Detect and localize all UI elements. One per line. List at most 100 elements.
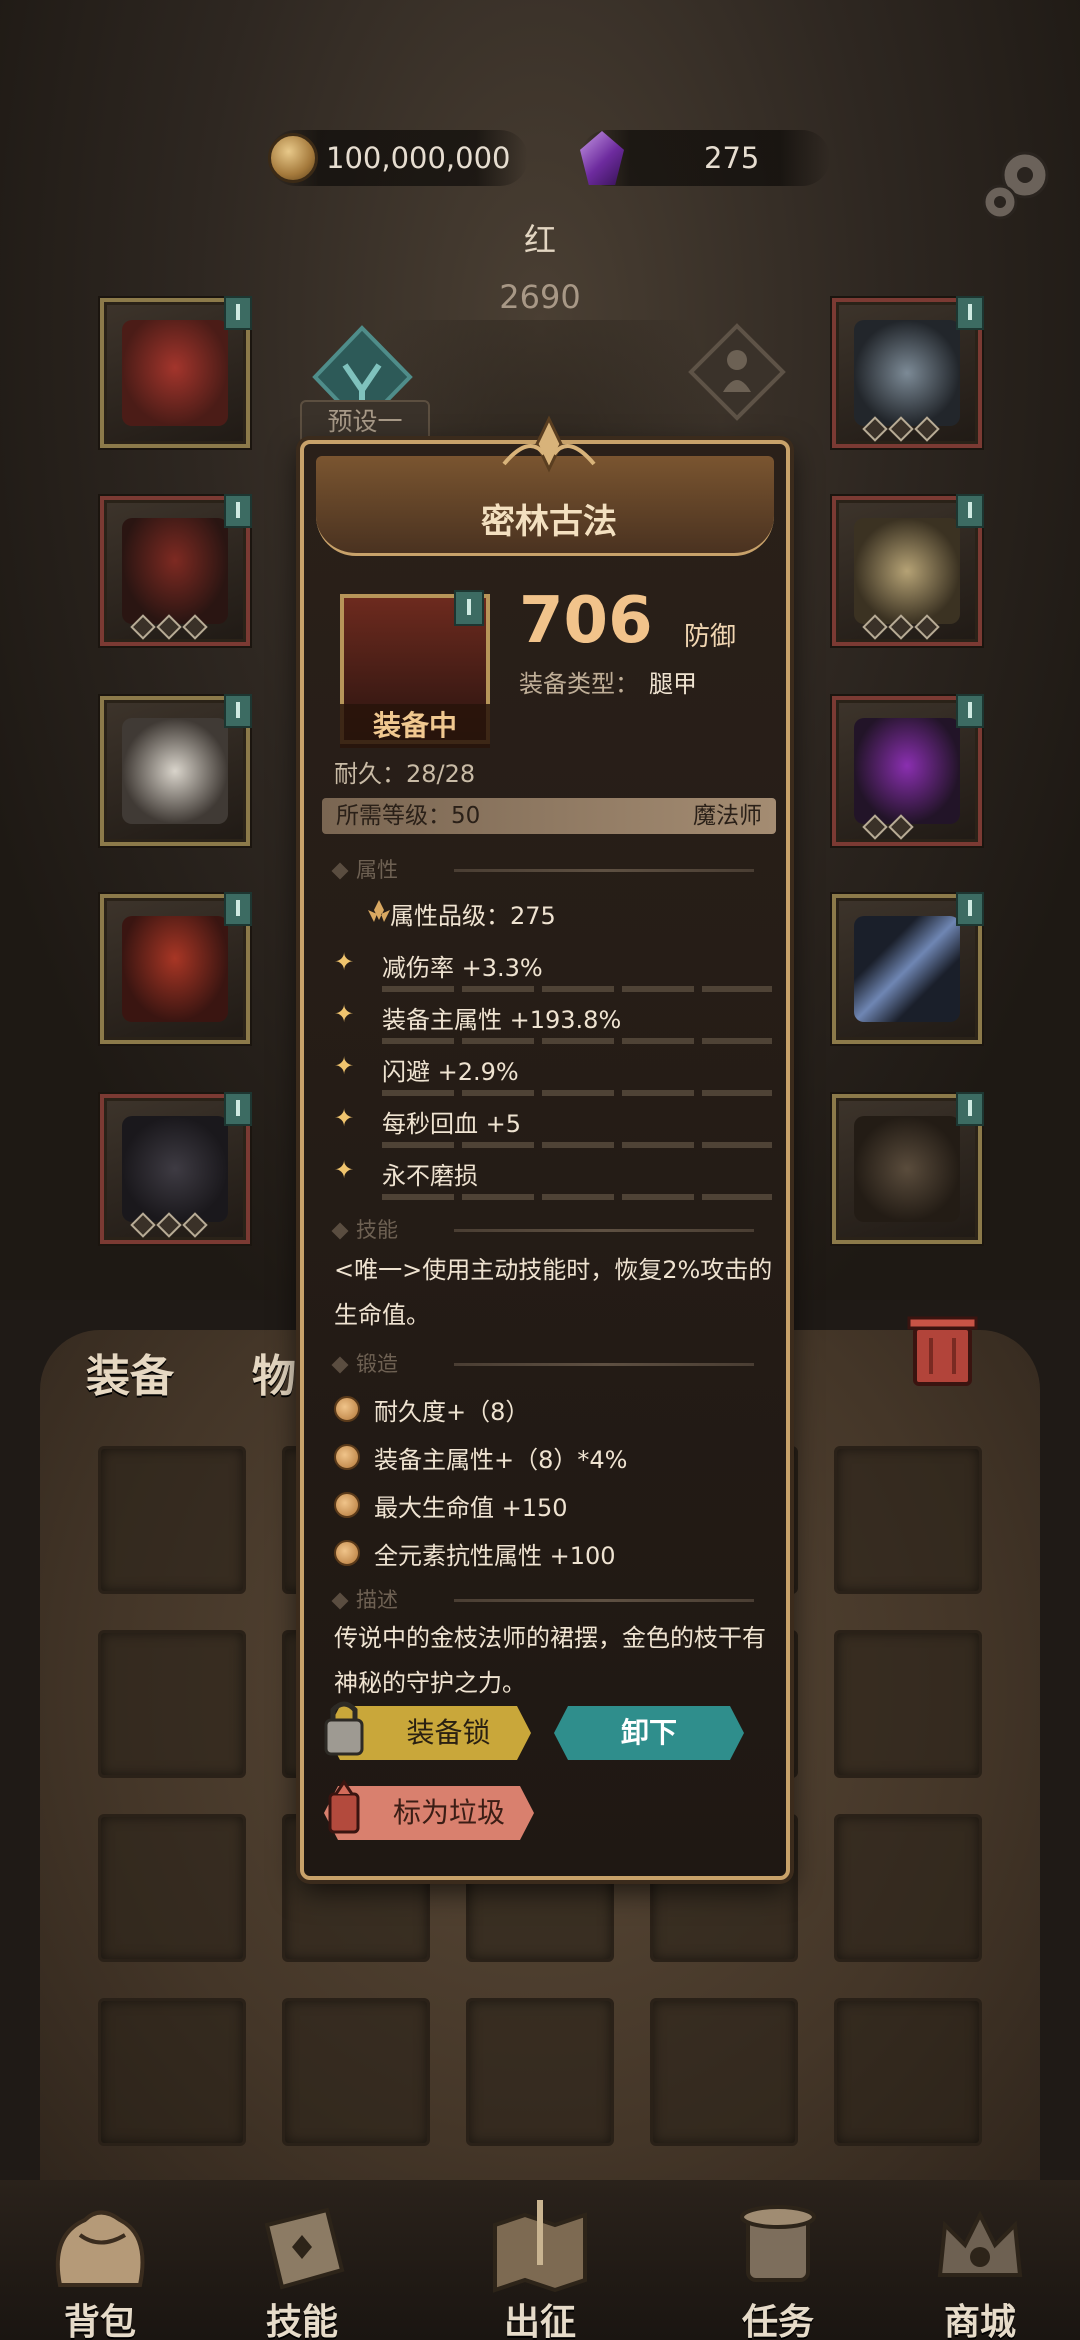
forge-heading: 锻造 xyxy=(334,1348,398,1378)
description-heading: 描述 xyxy=(334,1584,398,1614)
quest-scroll-icon xyxy=(740,2205,816,2282)
item-type-value: 腿甲 xyxy=(649,670,697,698)
bag-slot[interactable] xyxy=(834,1446,982,1594)
equip-slot-weapon[interactable] xyxy=(832,892,984,1044)
required-level: 所需等级：50 xyxy=(336,803,481,829)
nav-label: 背包 xyxy=(63,2302,136,2340)
bag-slot[interactable] xyxy=(834,1998,982,2146)
attribute-text: 永不磨损 xyxy=(382,1162,478,1190)
gauntlet-item-image xyxy=(122,718,228,824)
requirement-bar: 所需等级：50 魔法师 xyxy=(322,798,776,834)
equip-slot-necklace[interactable] xyxy=(832,296,984,448)
slot-flag-icon xyxy=(956,494,984,528)
gold-coin-icon xyxy=(268,133,318,183)
socket-row xyxy=(130,1212,208,1238)
bag-slot[interactable] xyxy=(98,1998,246,2146)
unequip-button[interactable]: 卸下 xyxy=(554,1706,744,1760)
bag-slot[interactable] xyxy=(466,1998,614,2146)
tab-equipment[interactable]: 装备 xyxy=(86,1340,174,1404)
gem-counter: 275 xyxy=(580,130,830,186)
staff-item-image xyxy=(854,916,960,1022)
slot-flag-icon xyxy=(956,296,984,330)
star-icon: ✦ xyxy=(334,1104,355,1132)
bag-slot[interactable] xyxy=(98,1630,246,1778)
bag-slot[interactable] xyxy=(834,1814,982,1962)
attribute-row: ✦ 减伤率 +3.3% xyxy=(334,948,774,998)
divider xyxy=(454,1599,754,1602)
bag-slot[interactable] xyxy=(98,1814,246,1962)
star-icon: ✦ xyxy=(334,1156,355,1184)
nav-shop[interactable]: 商城 xyxy=(900,2195,1060,2340)
attribute-row: ✦ 每秒回血 +5 xyxy=(334,1104,774,1154)
gold-amount: 100,000,000 xyxy=(326,141,511,175)
divider xyxy=(454,1229,754,1232)
attribute-text: 闪避 +2.9% xyxy=(382,1058,519,1086)
nav-backpack[interactable]: 背包 xyxy=(20,2195,180,2340)
forge-text: 最大生命值 +150 xyxy=(374,1494,568,1522)
forge-dot-icon xyxy=(334,1396,360,1422)
item-detail-popup: 密林古法 装备中 706 防御 装备类型： 腿甲 耐久：28/28 所需等级：5… xyxy=(300,415,790,1880)
nav-label: 任务 xyxy=(741,2302,814,2340)
trash-icon[interactable] xyxy=(895,1300,990,1395)
attribute-text: 装备主属性 +193.8% xyxy=(382,1006,622,1034)
socket-row xyxy=(862,814,914,840)
equip-slot-legs[interactable] xyxy=(100,892,252,1044)
star-icon: ✦ xyxy=(334,1000,355,1028)
bag-slot[interactable] xyxy=(98,1446,246,1594)
bag-slot[interactable] xyxy=(650,1998,798,2146)
equipped-status: 装备中 xyxy=(340,704,490,748)
attribute-text: 每秒回血 +5 xyxy=(382,1110,522,1138)
slot-flag-icon xyxy=(956,694,984,728)
skirt-item-image xyxy=(122,916,228,1022)
nav-label: 技能 xyxy=(265,2302,338,2340)
forge-dot-icon xyxy=(334,1492,360,1518)
bag-slot[interactable] xyxy=(282,1998,430,2146)
character-icon[interactable] xyxy=(685,320,790,425)
forge-row: 全元素抗性属性 +100 xyxy=(334,1536,774,1576)
defense-value: 706 xyxy=(519,584,653,658)
attribute-bar xyxy=(382,986,772,992)
slot-flag-icon xyxy=(224,296,252,330)
backpack-icon xyxy=(55,2210,145,2287)
durability: 耐久：28/28 xyxy=(334,760,476,788)
star-icon: ✦ xyxy=(334,1052,355,1080)
expedition-map-icon xyxy=(493,2200,587,2293)
bag-slot[interactable] xyxy=(834,1630,982,1778)
equip-slot-armor[interactable] xyxy=(100,494,252,646)
nav-skills[interactable]: 技能 xyxy=(222,2195,382,2340)
item-type-label: 装备类型： xyxy=(519,670,639,698)
nav-expedition[interactable]: 出征 xyxy=(460,2195,620,2340)
star-icon: ✦ xyxy=(334,948,355,976)
slot-flag-icon xyxy=(956,892,984,926)
skill-heading: 技能 xyxy=(334,1214,398,1244)
item-name: 密林古法 xyxy=(481,502,617,542)
attribute-grade-row: 属性品级：275 xyxy=(334,896,774,946)
equip-slot-helmet[interactable] xyxy=(100,296,252,448)
slot-flag-icon xyxy=(224,892,252,926)
gear-icon[interactable] xyxy=(970,140,1060,230)
attribute-grade: 属性品级：275 xyxy=(390,902,556,930)
preset-button[interactable]: 预设一 xyxy=(300,400,430,444)
socket-row xyxy=(862,416,940,442)
hero-name: 红 xyxy=(523,221,556,259)
equip-slot-boots[interactable] xyxy=(100,1092,252,1244)
skill-description: <唯一>使用主动技能时，恢复2%攻击的生命值。 xyxy=(334,1256,773,1329)
ring-item-image xyxy=(854,518,960,624)
forge-text: 耐久度+（8） xyxy=(374,1398,530,1426)
attribute-text: 减伤率 +3.3% xyxy=(382,954,543,982)
forge-text: 全元素抗性属性 +100 xyxy=(374,1542,616,1570)
slot-flag-icon xyxy=(956,1092,984,1126)
forge-row: 最大生命值 +150 xyxy=(334,1488,774,1528)
equip-slot-ring[interactable] xyxy=(832,494,984,646)
lantern-trash-icon xyxy=(328,1779,360,1834)
attribute-bar xyxy=(382,1090,772,1096)
equip-slot-gloves[interactable] xyxy=(100,694,252,846)
nav-quests[interactable]: 任务 xyxy=(698,2195,858,2340)
shop-crown-icon xyxy=(937,2210,1023,2277)
skill-book-icon xyxy=(264,2207,345,2290)
gold-counter: 100,000,000 xyxy=(268,130,528,186)
equip-slot-belt[interactable] xyxy=(832,1092,984,1244)
equip-slot-accessory[interactable] xyxy=(832,694,984,846)
lock-icon xyxy=(324,1701,364,1756)
nav-label: 出征 xyxy=(503,2302,576,2340)
